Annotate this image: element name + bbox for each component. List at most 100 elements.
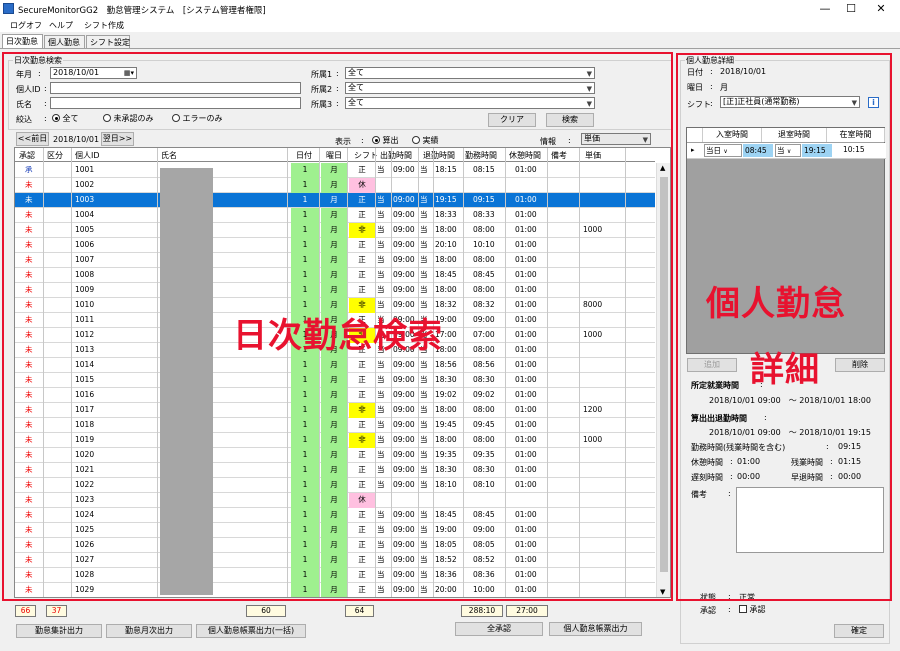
table-row[interactable]: 未 1017 1 月非当 09:00 当 18:00 08:00 01:00 1200 <box>15 403 655 418</box>
table-row[interactable]: 未 1022 1 月 正 当 09:00 当 18:10 08:10 01:00 <box>15 478 655 493</box>
search-button[interactable]: 検索 <box>546 113 594 127</box>
info-icon[interactable]: i <box>868 97 879 108</box>
col-work[interactable]: 勤務時間 <box>465 150 497 161</box>
scroll-down-icon[interactable]: ▼ <box>660 588 665 596</box>
col-category[interactable]: 区分 <box>47 150 63 161</box>
cell-shift: 非 <box>349 403 375 418</box>
cell-work: 10:00 <box>473 585 495 594</box>
cell-id: 1009 <box>75 285 95 294</box>
col-approval[interactable]: 承認 <box>19 150 35 161</box>
table-row[interactable]: 未 1005 1 月非当 09:00 当 18:00 08:00 01:00 1000 <box>15 223 655 238</box>
checkbox-icon <box>739 605 747 613</box>
radio-display-actual[interactable]: 実績 <box>412 135 439 146</box>
name-input[interactable] <box>50 97 301 109</box>
cell-out-flag: 当 <box>420 195 428 204</box>
exit-day-select[interactable]: 当 ∨ <box>775 144 801 157</box>
approve-all-button[interactable]: 全承認 <box>455 622 543 636</box>
close-button[interactable]: ✕ <box>866 0 896 18</box>
personal-bulk-export-button[interactable]: 個人勤怠帳票出力(一括) <box>196 624 306 638</box>
year-month-field[interactable]: 2018/10/01 ▦▾ <box>50 67 137 79</box>
col-in[interactable]: 出勤時間 <box>380 150 412 161</box>
table-row[interactable]: 承 1001 1 月 正 当 09:00 当 18:15 08:15 01:00 <box>15 163 655 178</box>
exit-time-input[interactable]: 19:15 <box>802 144 832 157</box>
radio-display-calc[interactable]: 算出 <box>372 135 399 146</box>
cell-in-flag: 当 <box>377 285 385 294</box>
table-row[interactable]: 未 1007 1 月 正 当 09:00 当 18:00 08:00 01:00 <box>15 253 655 268</box>
entry-time-input[interactable]: 08:45 <box>743 144 773 157</box>
entry-row[interactable]: ▸ 当日 ∨ 08:45 当 ∨ 19:15 10:15 <box>687 143 886 159</box>
attendance-summary-export-button[interactable]: 勤怠集計出力 <box>16 624 102 638</box>
menu-help[interactable]: ヘルプ <box>49 20 73 31</box>
col-dow[interactable]: 曜日 <box>326 150 342 161</box>
cell-in: 09:00 <box>393 390 415 399</box>
radio-filter-unapproved[interactable]: 未承認のみ <box>103 113 154 124</box>
radio-filter-error[interactable]: エラーのみ <box>172 113 223 124</box>
note-textarea[interactable] <box>736 487 884 553</box>
cell-id: 1024 <box>75 510 95 519</box>
dept2-select[interactable]: 全て ▼ <box>345 82 595 94</box>
table-row[interactable]: 未 1014 1 月 正 当 09:00 当 18:56 08:56 01:00 <box>15 358 655 373</box>
column-divider <box>418 148 419 597</box>
table-row[interactable]: 未 1015 1 月 正 当 09:00 当 18:30 08:30 01:00 <box>15 373 655 388</box>
table-row[interactable]: 未 1024 1 月 正 当 09:00 当 18:45 08:45 01:00 <box>15 508 655 523</box>
table-row[interactable]: 未 1009 1 月 正 当 09:00 当 18:00 08:00 01:00 <box>15 283 655 298</box>
cell-rest: 01:00 <box>515 255 537 264</box>
radio-filter-all[interactable]: 全て <box>52 113 79 124</box>
cell-approval: 未 <box>25 255 33 264</box>
table-row[interactable]: 未 1006 1 月 正 当 09:00 当 20:10 10:10 01:00 <box>15 238 655 253</box>
col-note[interactable]: 備考 <box>551 150 567 161</box>
maximize-button[interactable]: ☐ <box>836 0 866 18</box>
col-name[interactable]: 氏名 <box>161 150 177 161</box>
tab-shift-settings[interactable]: シフト設定 <box>86 35 130 49</box>
table-row[interactable]: 未 1027 1 月 正 当 09:00 当 18:52 08:52 01:00 <box>15 553 655 568</box>
prev-day-button[interactable]: <<前日 <box>16 132 49 146</box>
grid-vertical-scrollbar[interactable]: ▲ ▼ <box>656 163 670 597</box>
table-row[interactable]: 未 1002 1 月休 <box>15 178 655 193</box>
scrollbar-thumb[interactable] <box>660 177 668 572</box>
calendar-icon[interactable]: ▦▾ <box>124 68 134 78</box>
menu-shift-create[interactable]: シフト作成 <box>84 20 124 31</box>
col-personal-id[interactable]: 個人ID <box>75 150 100 161</box>
next-day-button[interactable]: 翌日>> <box>101 132 134 146</box>
delete-entry-button[interactable]: 削除 <box>835 358 885 372</box>
tab-personal-attendance[interactable]: 個人勤怠 <box>44 35 85 49</box>
cell-in: 09:00 <box>393 285 415 294</box>
table-row[interactable]: 未 1021 1 月 正 当 09:00 当 18:30 08:30 01:00 <box>15 463 655 478</box>
info-select[interactable]: 単価 ▼ <box>581 133 651 145</box>
confirm-button[interactable]: 確定 <box>834 624 884 638</box>
entry-day-select[interactable]: 当日 ∨ <box>704 144 742 157</box>
add-entry-button[interactable]: 追加 <box>687 358 737 372</box>
table-row[interactable]: 未 1004 1 月 正 当 09:00 当 18:33 08:33 01:00 <box>15 208 655 223</box>
cell-work: 08:00 <box>473 285 495 294</box>
table-row[interactable]: 未 1020 1 月 正 当 09:00 当 19:35 09:35 01:00 <box>15 448 655 463</box>
table-row[interactable]: 未 1018 1 月 正 当 09:00 当 19:45 09:45 01:00 <box>15 418 655 433</box>
table-row[interactable]: 未 1028 1 月 正 当 09:00 当 18:36 08:36 01:00 <box>15 568 655 583</box>
col-price[interactable]: 単価 <box>585 150 601 161</box>
column-divider <box>505 148 506 597</box>
cell-in: 09:00 <box>393 420 415 429</box>
cell-dow: 月 <box>321 478 347 493</box>
table-row[interactable]: 未 1019 1 月非当 09:00 当 18:00 08:00 01:00 1000 <box>15 433 655 448</box>
clear-button[interactable]: クリア <box>488 113 536 127</box>
detail-shift-select[interactable]: [正]正社員(通常勤務) ▼ <box>720 96 860 108</box>
personal-id-input[interactable] <box>50 82 301 94</box>
cell-rest: 01:00 <box>515 420 537 429</box>
approve-checkbox[interactable]: 承認 <box>739 604 766 615</box>
table-row[interactable]: 未 1008 1 月 正 当 09:00 当 18:45 08:45 01:00 <box>15 268 655 283</box>
table-row[interactable]: 未 1025 1 月 正 当 09:00 当 19:00 09:00 01:00 <box>15 523 655 538</box>
scroll-up-icon[interactable]: ▲ <box>660 164 665 172</box>
table-row[interactable]: 未 1023 1 月休 <box>15 493 655 508</box>
col-out[interactable]: 退勤時間 <box>423 150 455 161</box>
personal-report-export-button[interactable]: 個人勤怠帳票出力 <box>549 622 642 636</box>
table-row[interactable]: 未 1026 1 月 正 当 09:00 当 18:05 08:05 01:00 <box>15 538 655 553</box>
col-rest[interactable]: 休憩時間 <box>509 150 541 161</box>
table-row[interactable]: 未 1003 1 月 正 当 09:00 当 19:15 09:15 01:00 <box>15 193 655 208</box>
dept3-select[interactable]: 全て ▼ <box>345 97 595 109</box>
dept1-select[interactable]: 全て ▼ <box>345 67 595 79</box>
tab-daily-attendance[interactable]: 日次勤怠 <box>2 34 43 49</box>
menu-logoff[interactable]: ログオフ <box>10 20 42 31</box>
table-row[interactable]: 未 1016 1 月 正 当 09:00 当 19:02 09:02 01:00 <box>15 388 655 403</box>
col-date[interactable]: 日付 <box>296 150 312 161</box>
monthly-export-button[interactable]: 勤怠月次出力 <box>106 624 192 638</box>
table-row[interactable]: 未 1029 1 月 正 当 09:00 当 20:00 10:00 01:00 <box>15 583 655 597</box>
